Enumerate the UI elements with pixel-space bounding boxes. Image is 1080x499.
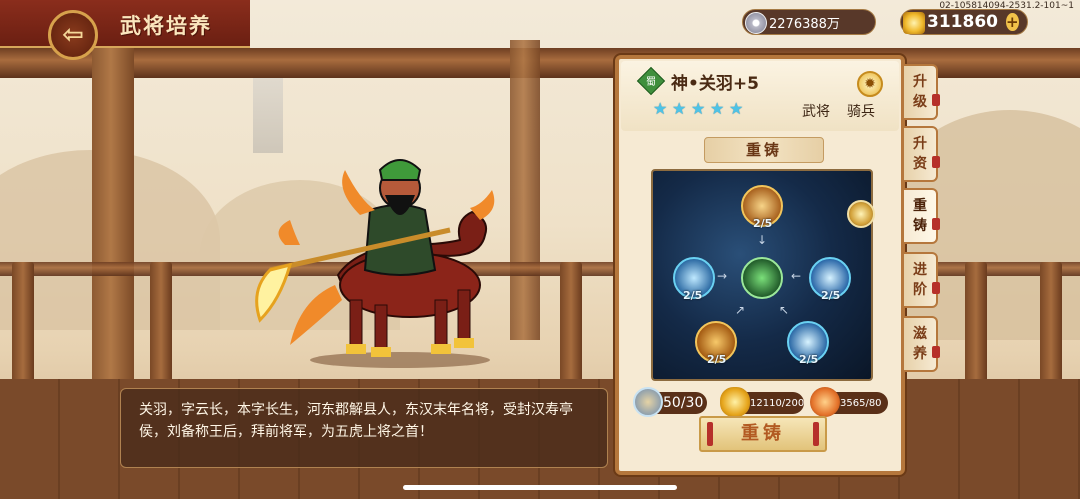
gold-ingot-icon [720,387,750,417]
silver-currency: 2276388万 [742,9,876,35]
hero-bio-text: 关羽，字云长，本字长生，河东郡解县人，东汉末年名将，受封汉寿亭侯，刘备称王后，拜… [139,402,573,440]
star-icon: ★ [672,99,687,118]
faction-label: 蜀 [646,77,656,88]
star-icon: ★ [653,99,668,118]
tab-aptitude[interactable]: 升资 [904,126,940,182]
tab-advance[interactable]: 进阶 [904,252,940,308]
skill-node-top-level: 2/5 [753,217,773,230]
hero-panel: 蜀 神•关羽+5 ★ ★ ★ ★ ★ ✹ 武将 骑兵 重铸 ↓ → ← ↗ ↖ … [615,55,905,475]
hero-on-horse-illustration [255,159,495,368]
home-indicator[interactable] [403,485,677,490]
hero-unit-type: 骑兵 [847,104,875,120]
reforge-button-label: 重铸 [741,423,785,444]
hero-figure[interactable] [250,150,510,370]
section-title: 重铸 [704,137,824,163]
fire-orb-icon [810,387,840,417]
tab-nourish[interactable]: 滋养 [904,316,940,372]
hero-name: 神•关羽+5 [671,74,759,94]
fragment-cost: 50/30 [633,387,707,417]
hero-role: 武将 [802,104,830,120]
hero-bio-box: 关羽，字云长，本字长生，河东郡解县人，东汉末年名将，受封汉寿亭侯，刘备称王后，拜… [120,388,608,468]
orb-cost-value: 3565/80 [840,397,882,409]
arrow-up-right-icon: ↗ [735,303,746,317]
tab-tassel-icon [932,156,940,168]
gold-cost: 12110/200 [720,387,805,417]
page-title: 武将培养 [120,14,212,38]
tab-aptitude-label: 升资 [913,136,927,172]
button-cap-right [813,422,819,446]
star-icon: ★ [729,99,744,118]
skill-node-left-level: 2/5 [683,289,703,302]
orb-cost: 3565/80 [810,387,888,417]
star-icon: ★ [691,99,706,118]
tab-reforge-label: 重铸 [913,198,927,234]
skill-node-bottom-right-level: 2/5 [799,353,819,366]
arrow-right-icon: → [717,269,728,283]
star-icon: ★ [710,99,725,118]
tab-tassel-icon [932,94,940,106]
back-arrow-icon: ⇦ [62,20,84,50]
back-button[interactable]: ⇦ [48,10,98,60]
tab-tassel-icon [932,282,940,294]
hero-fragment-icon [633,387,663,417]
unit-type-emblem-icon[interactable]: ✹ [857,71,883,97]
skill-node-right-level: 2/5 [821,289,841,302]
tab-upgrade[interactable]: 升级 [904,64,940,120]
tab-tassel-icon [932,346,940,358]
gold-amount: 311860 [927,12,998,32]
gold-currency: 311860 + [900,9,1028,35]
reforge-button[interactable]: 重铸 [699,416,827,452]
silver-coin-icon [745,12,767,34]
arrow-up-left-icon: ↖ [779,303,790,317]
arrow-left-icon: ← [791,269,802,283]
tab-tassel-icon [932,218,940,230]
hero-star-rating: ★ ★ ★ ★ ★ [653,101,745,117]
arrow-down-icon: ↓ [757,233,768,247]
fragment-cost-value: 50/30 [663,395,704,411]
gold-cost-value: 12110/200 [750,397,805,409]
gold-ingot-icon [903,12,925,34]
reforge-orb-icon[interactable] [847,200,875,228]
add-gold-button[interactable]: + [1005,13,1019,31]
tab-reforge[interactable]: 重铸 [904,188,940,244]
tab-advance-label: 进阶 [913,262,927,298]
button-cap-left [707,422,713,446]
reforge-skill-map: ↓ → ← ↗ ↖ 2/5 2/5 2/5 2/5 2/5 [651,169,873,381]
silver-amount: 2276388万 [769,16,840,32]
skill-node-center[interactable] [741,257,783,299]
tab-nourish-label: 滋养 [913,326,927,362]
skill-node-bottom-left-level: 2/5 [707,353,727,366]
tab-upgrade-label: 升级 [913,74,927,110]
